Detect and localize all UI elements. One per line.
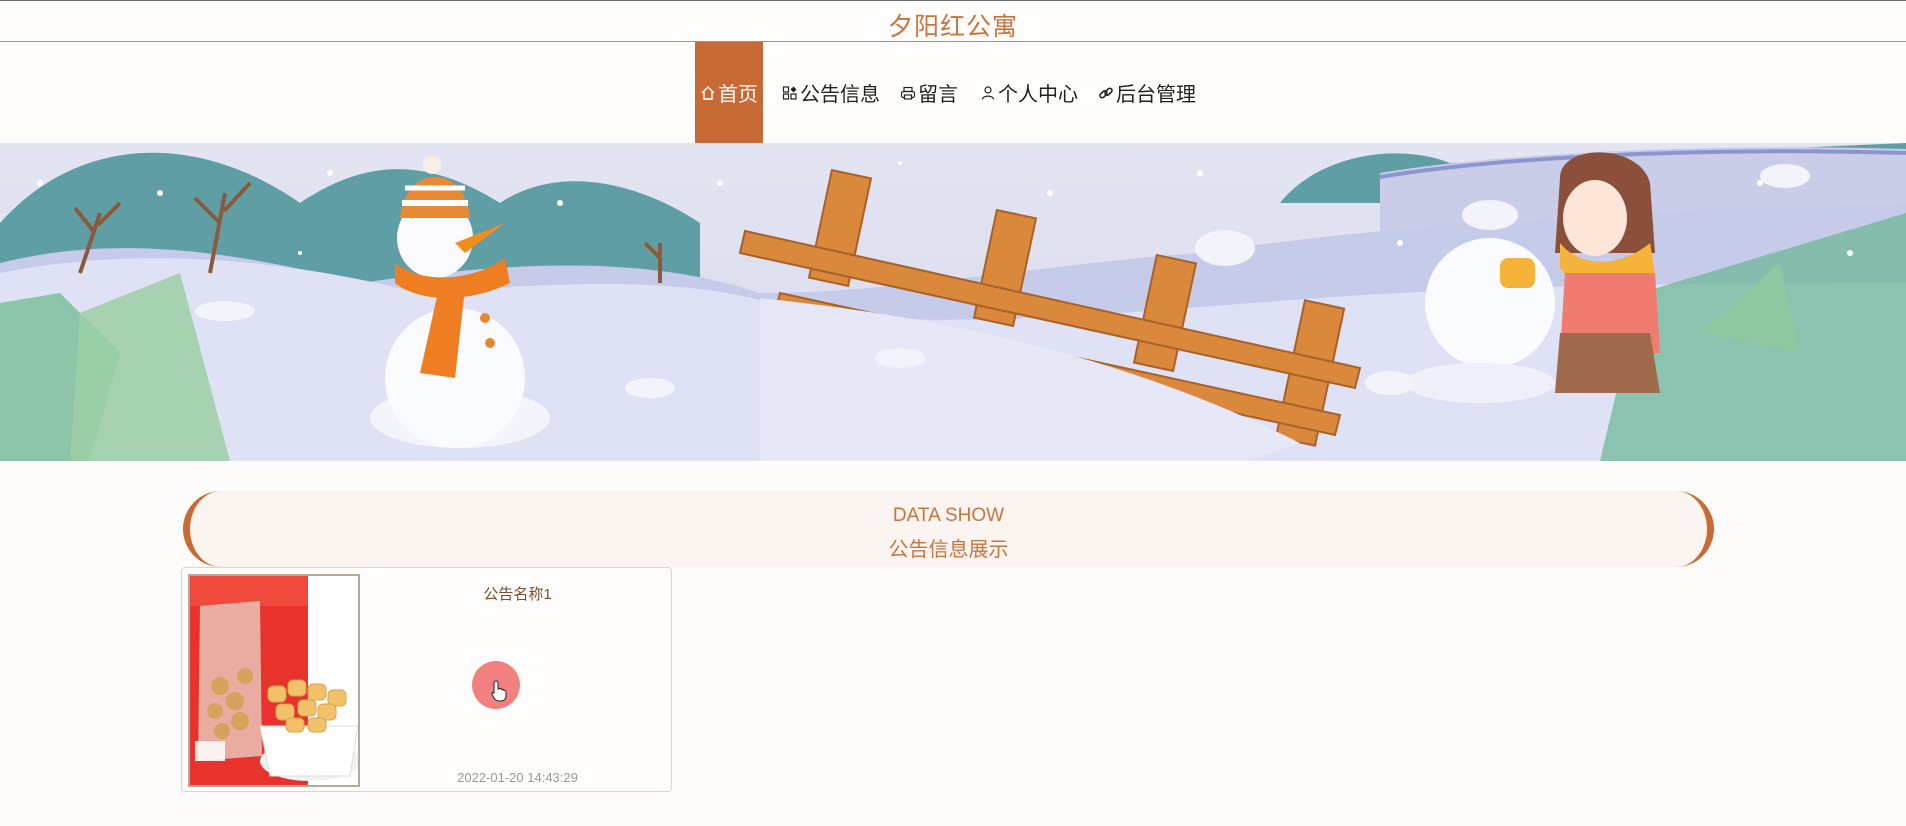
printer-icon [900,85,916,101]
link-icon [1098,85,1114,101]
notice-card[interactable]: 公告名称1 2022-01-20 14:43:29 [181,567,672,792]
grid-icon [782,85,798,101]
site-title: 夕阳红公寓 [887,13,1018,41]
person-icon [980,85,996,101]
nav-item-personal-center[interactable]: 个人中心 [980,42,1078,143]
nav-item-home[interactable]: 首页 [695,42,763,143]
home-icon [700,85,716,101]
hand-cursor-icon [491,680,507,707]
nav-item-admin[interactable]: 后台管理 [1098,42,1196,143]
section-header: DATA SHOW 公告信息展示 [183,491,1714,567]
main-nav: 首页 公告信息 留言 个人中心 后台管理 [0,42,1906,143]
section-title-en: DATA SHOW [892,505,1005,526]
nav-item-label: 首页 [718,84,758,106]
notice-timestamp: 2022-01-20 14:43:29 [457,770,578,785]
nav-item-notices[interactable]: 公告信息 [782,42,880,143]
nav-item-label: 留言 [918,84,958,106]
nav-item-label: 个人中心 [998,84,1078,106]
nav-item-label: 后台管理 [1116,84,1196,106]
nav-item-label: 公告信息 [800,84,880,106]
notice-name: 公告名称1 [483,586,552,603]
title-bar: 夕阳红公寓 [0,1,1906,42]
nav-item-messages[interactable]: 留言 [900,42,958,143]
section-title-zh: 公告信息展示 [888,539,1009,561]
notice-thumbnail [188,574,360,787]
banner-illustration [0,143,1906,461]
banner-carousel[interactable] [0,143,1906,461]
